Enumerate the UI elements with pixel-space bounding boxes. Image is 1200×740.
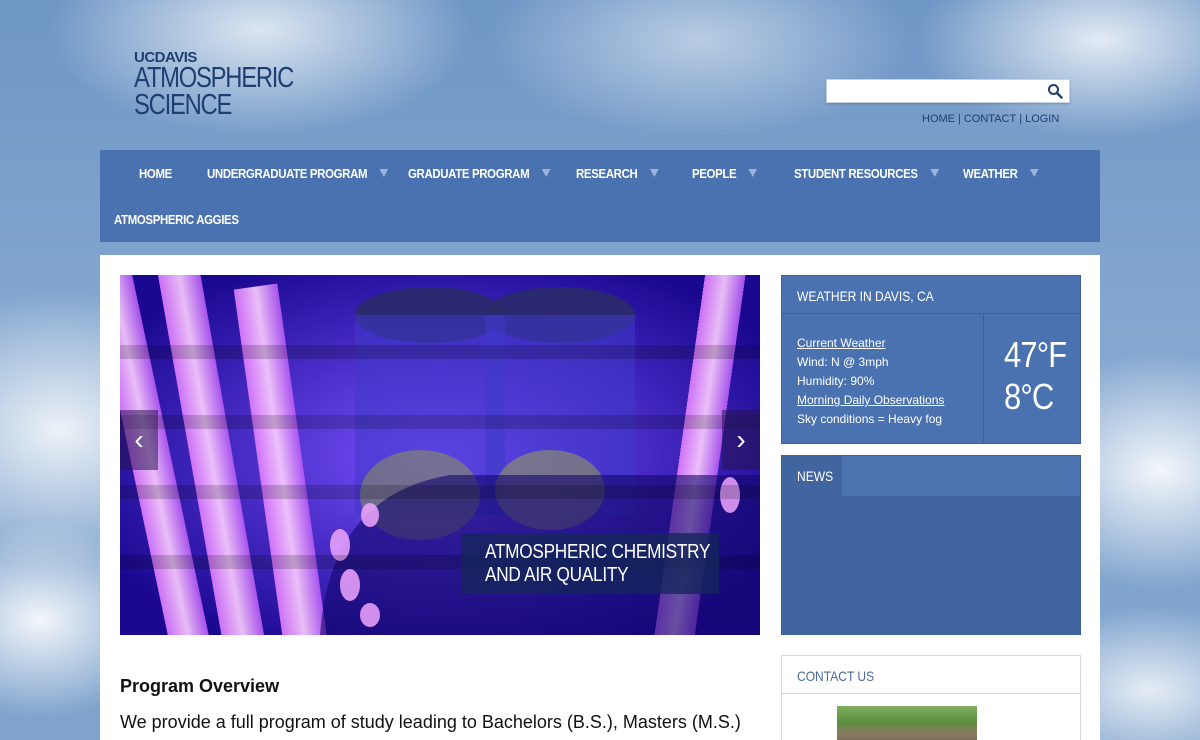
chevron-right-icon: › xyxy=(736,424,746,455)
slider-next-button[interactable]: › xyxy=(722,410,760,470)
slide-caption[interactable]: ATMOSPHERIC CHEMISTRY AND AIR QUALITY xyxy=(461,533,719,594)
weather-heading: WEATHER IN DAVIS, CA xyxy=(782,276,1080,314)
util-link-home[interactable]: HOME xyxy=(922,113,955,125)
caret-down-icon xyxy=(930,169,939,177)
nav-label: STUDENT RESOURCES xyxy=(794,165,918,181)
separator: | xyxy=(958,113,961,125)
logo-line2: SCIENCE xyxy=(134,89,232,121)
contact-widget: CONTACT US xyxy=(781,655,1081,740)
humidity-text: Humidity: 90% xyxy=(797,374,875,388)
nav-label: HOME xyxy=(139,165,172,181)
temperature-celsius: 8°C xyxy=(1004,376,1054,417)
search-icon[interactable] xyxy=(1047,83,1063,99)
temperature-fahrenheit: 47°F xyxy=(1004,334,1067,375)
building-photo xyxy=(837,706,977,740)
nav-item-home[interactable]: HOME xyxy=(139,150,172,196)
nav-label: RESEARCH xyxy=(576,165,638,181)
chevron-left-icon: ‹ xyxy=(134,424,144,455)
nav-item-research[interactable]: RESEARCH xyxy=(576,150,659,196)
daily-observations-link[interactable]: Morning Daily Observations xyxy=(797,393,944,407)
caption-line2: AND AIR QUALITY xyxy=(485,564,629,586)
caret-down-icon xyxy=(541,169,551,177)
caret-down-icon xyxy=(379,169,389,177)
nav-label: GRADUATE PROGRAM xyxy=(408,165,530,181)
nav-item-people[interactable]: PEOPLE xyxy=(692,150,758,196)
nav-item-undergraduate-program[interactable]: UNDERGRADUATE PROGRAM xyxy=(207,150,389,196)
program-overview-text: We provide a full program of study leadi… xyxy=(120,712,741,732)
news-tab-label: NEWS xyxy=(797,468,834,484)
logo-line1: ATMOSPHERIC xyxy=(134,62,294,94)
caret-down-icon xyxy=(649,169,659,177)
nav-label: PEOPLE xyxy=(692,165,737,181)
contact-heading: CONTACT US xyxy=(782,656,1080,694)
utility-links: HOME | CONTACT | LOGIN xyxy=(922,113,1059,125)
util-link-contact[interactable]: CONTACT xyxy=(964,113,1016,125)
wind-text: Wind: N @ 3mph xyxy=(797,355,889,369)
nav-label: UNDERGRADUATE PROGRAM xyxy=(207,165,368,181)
search-input[interactable] xyxy=(827,80,1037,102)
news-tabbar: NEWS xyxy=(782,456,1080,496)
divider xyxy=(983,314,984,444)
contact-title: CONTACT US xyxy=(797,668,875,684)
program-overview-heading: Program Overview xyxy=(120,676,280,696)
search-box xyxy=(826,79,1070,103)
nav-label: WEATHER xyxy=(963,165,1018,181)
news-widget: NEWS xyxy=(781,455,1081,635)
sky-conditions-text: Sky conditions = Heavy fog xyxy=(797,412,943,426)
nav-item-atmospheric-aggies[interactable]: ATMOSPHERIC AGGIES xyxy=(114,196,239,242)
weather-title: WEATHER IN DAVIS, CA xyxy=(797,288,934,304)
caret-down-icon xyxy=(748,169,758,177)
nav-label: ATMOSPHERIC AGGIES xyxy=(114,211,239,227)
weather-body: Current Weather Wind: N @ 3mph Humidity:… xyxy=(782,314,1080,444)
main-nav: HOME UNDERGRADUATE PROGRAM GRADUATE PROG… xyxy=(100,150,1100,242)
weather-info: Current Weather Wind: N @ 3mph Humidity:… xyxy=(797,334,944,429)
caption-line1: ATMOSPHERIC CHEMISTRY xyxy=(485,541,711,563)
weather-widget: WEATHER IN DAVIS, CA Current Weather Win… xyxy=(781,275,1081,444)
util-link-login[interactable]: LOGIN xyxy=(1025,113,1059,125)
site-logo[interactable]: UCDAVIS ATMOSPHERIC SCIENCE xyxy=(134,50,328,121)
tab-news[interactable]: NEWS xyxy=(782,456,842,496)
caret-down-icon xyxy=(1029,169,1039,177)
current-weather-link[interactable]: Current Weather xyxy=(797,336,885,350)
nav-item-student-resources[interactable]: STUDENT RESOURCES xyxy=(794,150,939,196)
separator: | xyxy=(1019,113,1023,125)
nav-item-graduate-program[interactable]: GRADUATE PROGRAM xyxy=(408,150,551,196)
slider-prev-button[interactable]: ‹ xyxy=(120,410,158,470)
nav-item-weather[interactable]: WEATHER xyxy=(963,150,1039,196)
